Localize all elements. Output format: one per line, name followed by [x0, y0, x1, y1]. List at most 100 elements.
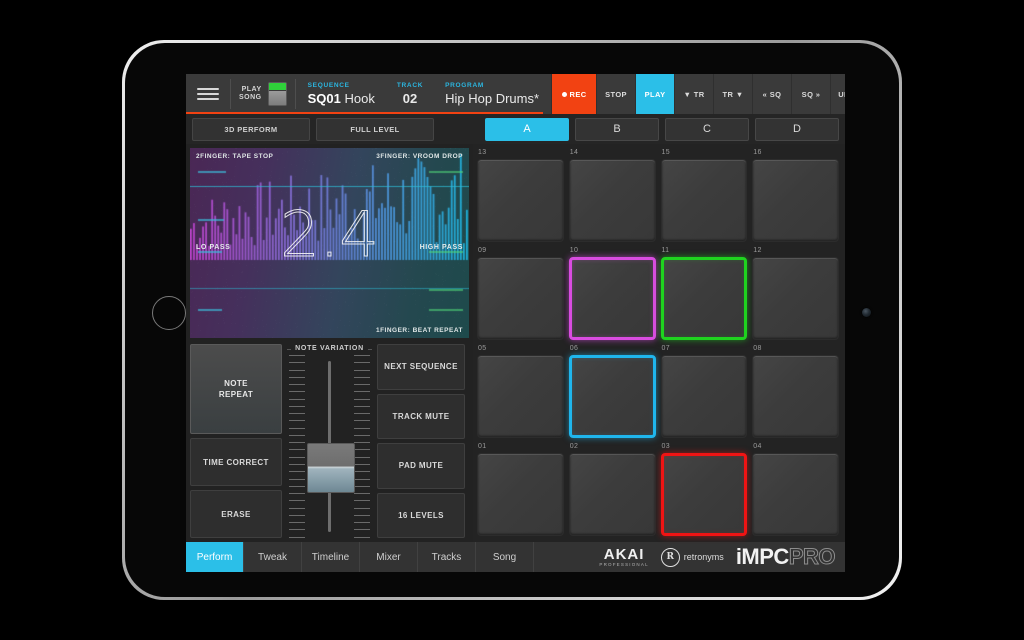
bank-button-a[interactable]: A	[485, 118, 569, 141]
pad-01[interactable]: 01	[477, 443, 564, 536]
pad-mute-button[interactable]: PAD MUTE	[377, 443, 465, 489]
play-button[interactable]: PLAY	[635, 74, 674, 114]
bank-button-c[interactable]: C	[665, 118, 749, 141]
erase-button[interactable]: ERASE	[190, 490, 282, 538]
tab-timeline[interactable]: Timeline	[302, 542, 360, 572]
pad-surface[interactable]	[477, 159, 564, 242]
pad-number: 10	[570, 247, 578, 254]
pad-surface[interactable]	[569, 355, 656, 438]
fader-tick	[289, 370, 305, 371]
rule-left	[287, 349, 291, 350]
note-variation-section: NOTE VARIATION	[287, 344, 372, 538]
fader-handle[interactable]	[307, 443, 355, 493]
time-correct-button[interactable]: TIME CORRECT	[190, 438, 282, 486]
pad-surface[interactable]	[661, 159, 748, 242]
pad-surface[interactable]	[569, 159, 656, 242]
tab-song[interactable]: Song	[476, 542, 534, 572]
pad-11[interactable]: 11	[661, 247, 748, 340]
pad-surface[interactable]	[477, 257, 564, 340]
pad-15[interactable]: 15	[661, 149, 748, 242]
tab-tracks[interactable]: Tracks	[418, 542, 476, 572]
pad-surface[interactable]	[569, 453, 656, 536]
footer-tabbar: PerformTweakTimelineMixerTracksSong AKAI…	[186, 542, 845, 572]
pad-12[interactable]: 12	[752, 247, 839, 340]
xy-label-bottom-right: 1FINGER: BEAT REPEAT	[376, 327, 463, 334]
pad-surface[interactable]	[752, 453, 839, 536]
sequence-field[interactable]: SEQUENCE SQ01 Hook	[296, 74, 387, 114]
tab-tweak[interactable]: Tweak	[244, 542, 302, 572]
pad-surface[interactable]	[661, 355, 748, 438]
fader-tick	[354, 377, 370, 378]
pad-16[interactable]: 16	[752, 149, 839, 242]
fader-tick	[354, 508, 370, 509]
perform-toolbar: 3D PERFORM FULL LEVEL ABCD	[186, 114, 845, 144]
fader-tick	[289, 479, 305, 480]
button-body	[269, 91, 286, 105]
pad-03[interactable]: 03	[661, 443, 748, 536]
home-button[interactable]	[152, 296, 186, 330]
play-button-label: PLAY	[645, 90, 666, 99]
fader-tick	[289, 391, 305, 392]
fader-tick	[354, 500, 370, 501]
tr-down-button[interactable]: ▼ TR	[674, 74, 713, 114]
tab-mixer[interactable]: Mixer	[360, 542, 418, 572]
undo-button[interactable]: UNDO	[830, 74, 845, 114]
sq-next-button[interactable]: SQ »	[791, 74, 830, 114]
pad-08[interactable]: 08	[752, 345, 839, 438]
fader-tick	[289, 399, 305, 400]
fader-tick	[289, 464, 305, 465]
fader-tick	[354, 493, 370, 494]
play-song-control[interactable]: PLAY SONG	[231, 82, 295, 106]
tr-up-button[interactable]: TR ▼	[713, 74, 752, 114]
pad-surface[interactable]	[477, 453, 564, 536]
pad-13[interactable]: 13	[477, 149, 564, 242]
pad-07[interactable]: 07	[661, 345, 748, 438]
sq-prev-button[interactable]: « SQ	[752, 74, 791, 114]
track-field[interactable]: TRACK 02	[387, 74, 433, 114]
fader-tick	[289, 449, 305, 450]
full-level-button[interactable]: FULL LEVEL	[316, 118, 434, 141]
device-bezel: PLAY SONG SEQUENCE SQ01 Hook	[125, 43, 899, 597]
pad-02[interactable]: 02	[569, 443, 656, 536]
pad-09[interactable]: 09	[477, 247, 564, 340]
rec-button[interactable]: REC	[551, 74, 596, 114]
xy-performance-pad[interactable]: 2FINGER: TAPE STOP 3FINGER: VROOM DROP 1…	[190, 148, 469, 338]
next-sequence-button[interactable]: NEXT SEQUENCE	[377, 344, 465, 390]
pad-surface[interactable]	[752, 355, 839, 438]
track-mute-button[interactable]: TRACK MUTE	[377, 394, 465, 440]
sq-prev-button-label: « SQ	[763, 90, 782, 99]
pad-surface[interactable]	[752, 159, 839, 242]
controls-column-right: NEXT SEQUENCE TRACK MUTE PAD MUTE 16 LEV…	[377, 344, 465, 538]
bank-button-b[interactable]: B	[575, 118, 659, 141]
pad-surface[interactable]	[752, 257, 839, 340]
play-song-button[interactable]	[268, 82, 287, 106]
progress-underline	[186, 112, 543, 114]
bank-button-d[interactable]: D	[755, 118, 839, 141]
fader-tick	[289, 355, 305, 356]
fader-tick	[354, 515, 370, 516]
play-song-line1: PLAY	[239, 86, 262, 95]
note-variation-fader[interactable]	[287, 355, 372, 538]
pad-surface[interactable]	[569, 257, 656, 340]
pad-number: 05	[478, 345, 486, 352]
3d-perform-button[interactable]: 3D PERFORM	[192, 118, 310, 141]
pad-04[interactable]: 04	[752, 443, 839, 536]
pad-surface[interactable]	[477, 355, 564, 438]
stop-button[interactable]: STOP	[596, 74, 635, 114]
program-field[interactable]: PROGRAM Hip Hop Drums*	[433, 74, 551, 114]
note-repeat-button[interactable]: NOTE REPEAT	[190, 344, 282, 434]
fader-tick	[289, 384, 305, 385]
footer-tabs: PerformTweakTimelineMixerTracksSong	[186, 542, 534, 572]
pad-surface[interactable]	[661, 257, 748, 340]
pad-10[interactable]: 10	[569, 247, 656, 340]
hamburger-menu-icon[interactable]	[186, 88, 230, 100]
pad-06[interactable]: 06	[569, 345, 656, 438]
tab-perform[interactable]: Perform	[186, 542, 244, 572]
fader-tick	[289, 471, 305, 472]
sixteen-levels-button[interactable]: 16 LEVELS	[377, 493, 465, 539]
pad-14[interactable]: 14	[569, 149, 656, 242]
pad-05[interactable]: 05	[477, 345, 564, 438]
pad-surface[interactable]	[661, 453, 748, 536]
app-name-primary: iMPC	[736, 544, 789, 570]
tr-down-button-label: ▼ TR	[683, 90, 704, 99]
